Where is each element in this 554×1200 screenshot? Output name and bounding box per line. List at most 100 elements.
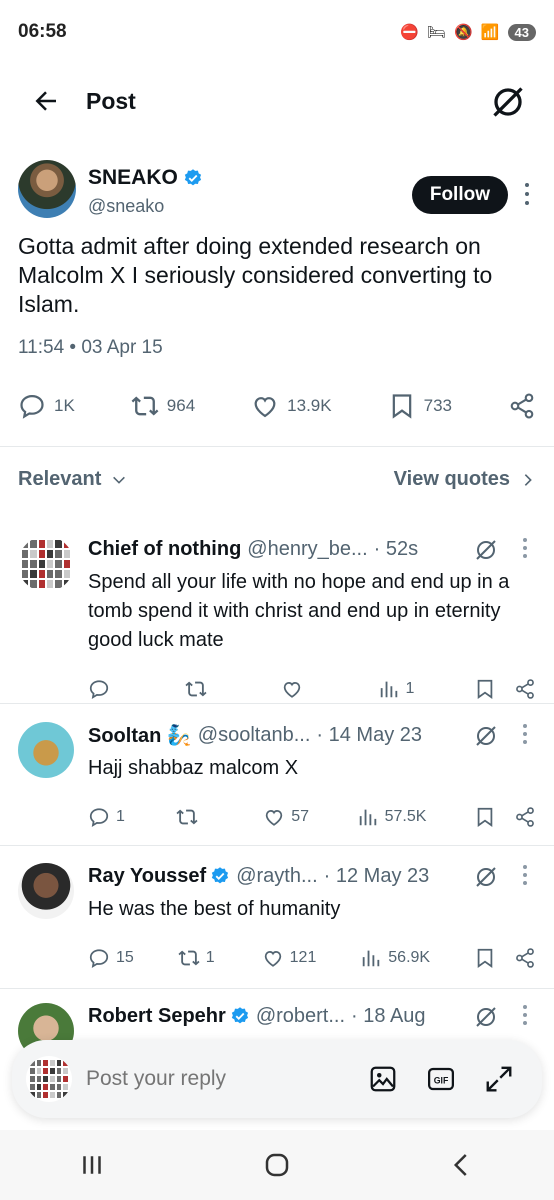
reply-icon bbox=[89, 808, 109, 827]
more-options-icon[interactable] bbox=[520, 1003, 530, 1027]
like-count: 121 bbox=[289, 949, 317, 966]
reply-text: Spend all your life with no hope and end… bbox=[88, 571, 510, 651]
gif-icon[interactable]: GIF bbox=[426, 1064, 456, 1094]
author-handle[interactable]: @sneako bbox=[88, 196, 203, 217]
avatar[interactable] bbox=[18, 160, 76, 218]
system-nav-bar bbox=[0, 1130, 554, 1200]
image-icon[interactable] bbox=[368, 1064, 398, 1094]
verified-badge-icon bbox=[231, 1007, 248, 1024]
reply-author-handle[interactable]: @rayth... bbox=[236, 865, 317, 888]
post-text: Gotta admit after doing extended researc… bbox=[18, 233, 493, 317]
reply-author-name[interactable]: Robert Sepehr bbox=[88, 1005, 226, 1028]
more-options-icon[interactable] bbox=[520, 722, 530, 746]
recent-apps-icon[interactable] bbox=[77, 1150, 107, 1180]
repost-button[interactable] bbox=[184, 678, 225, 700]
share-button[interactable] bbox=[508, 392, 536, 420]
wifi-icon: 📶 bbox=[480, 24, 500, 41]
back-button[interactable] bbox=[28, 83, 64, 119]
reply-author-name[interactable]: Sooltan 🧞 bbox=[88, 723, 192, 748]
post-timestamp[interactable]: 11:54 • 03 Apr 15 bbox=[18, 337, 536, 359]
sort-dropdown[interactable]: Relevant bbox=[18, 468, 127, 491]
bookmark-icon[interactable] bbox=[474, 678, 496, 700]
reply-button[interactable]: 15 bbox=[88, 947, 134, 969]
reply-item[interactable]: Sooltan 🧞 @sooltanb... · 14 May 23 Hajj … bbox=[18, 722, 536, 829]
share-icon[interactable] bbox=[514, 947, 536, 969]
grok-icon[interactable] bbox=[474, 865, 498, 889]
share-icon[interactable] bbox=[514, 806, 536, 828]
grok-icon[interactable] bbox=[474, 1005, 498, 1029]
reply-icon bbox=[20, 394, 44, 419]
reply-button[interactable]: 1 bbox=[88, 806, 128, 828]
more-options-icon[interactable] bbox=[520, 863, 530, 887]
reply-button[interactable] bbox=[88, 678, 128, 700]
author-name-row: SNEAKO bbox=[88, 166, 203, 190]
bookmark-button[interactable]: 733 bbox=[388, 392, 452, 420]
repost-button[interactable]: 964 bbox=[131, 392, 195, 420]
reply-icon bbox=[89, 949, 109, 968]
reply-input[interactable] bbox=[86, 1067, 336, 1091]
grok-icon[interactable] bbox=[490, 84, 526, 120]
reply-actions: 15 1 121 56.9K bbox=[88, 946, 536, 970]
reply-item[interactable]: Robert Sepehr @robert... · 18 Aug bbox=[18, 1003, 536, 1059]
author-meta: SNEAKO @sneako bbox=[88, 166, 203, 217]
reply-time[interactable]: · 14 May 23 bbox=[316, 724, 422, 747]
views-button[interactable]: 56.9K bbox=[360, 947, 430, 969]
like-button[interactable]: 13.9K bbox=[251, 392, 332, 420]
sort-label: Relevant bbox=[18, 468, 102, 490]
expand-icon[interactable] bbox=[484, 1064, 514, 1094]
divider bbox=[0, 988, 554, 989]
repost-icon bbox=[184, 681, 207, 697]
app-header: Post bbox=[0, 70, 554, 132]
reply-author-handle[interactable]: @sooltanb... bbox=[198, 724, 311, 747]
more-options-icon[interactable] bbox=[520, 536, 530, 560]
reply-composer: GIF bbox=[12, 1040, 542, 1118]
bookmark-icon[interactable] bbox=[474, 806, 496, 828]
status-icons: ⛔ 🛏 🔕 📶 43 bbox=[400, 23, 536, 41]
avatar[interactable] bbox=[18, 863, 74, 919]
view-quotes-link[interactable]: View quotes bbox=[394, 468, 536, 491]
avatar[interactable] bbox=[18, 722, 74, 778]
bookmark-icon[interactable] bbox=[474, 947, 496, 969]
reply-button[interactable]: 1K bbox=[18, 392, 75, 420]
grok-icon[interactable] bbox=[474, 724, 498, 748]
reply-item[interactable]: Ray Youssef @rayth... · 12 May 23 He was… bbox=[18, 863, 536, 970]
reply-count: 15 bbox=[116, 949, 134, 966]
bookmark-icon bbox=[392, 394, 411, 419]
reply-author-handle[interactable]: @robert... bbox=[256, 1005, 345, 1028]
reply-header: Chief of nothing @henry_be... · 52s bbox=[88, 536, 536, 562]
status-bar: 06:58 ⛔ 🛏 🔕 📶 43 bbox=[0, 0, 554, 64]
like-button[interactable]: 121 bbox=[262, 947, 317, 969]
share-icon[interactable] bbox=[514, 678, 536, 700]
reply-item[interactable]: Chief of nothing @henry_be... · 52s Spen… bbox=[18, 536, 536, 701]
reply-author-name[interactable]: Chief of nothing bbox=[88, 538, 241, 561]
avatar[interactable] bbox=[26, 1056, 72, 1102]
like-button[interactable]: 57 bbox=[263, 806, 309, 828]
author-name[interactable]: SNEAKO bbox=[88, 166, 178, 190]
battery-icon: 43 bbox=[507, 23, 536, 41]
reply-author-name[interactable]: Ray Youssef bbox=[88, 865, 206, 888]
repost-count: 964 bbox=[166, 396, 196, 415]
home-icon[interactable] bbox=[262, 1150, 292, 1180]
avatar[interactable] bbox=[18, 536, 74, 592]
share-icon bbox=[510, 393, 534, 419]
back-nav-icon[interactable] bbox=[447, 1150, 477, 1180]
reply-time[interactable]: · 18 Aug bbox=[351, 1005, 426, 1028]
reply-author-handle[interactable]: @henry_be... bbox=[247, 538, 367, 561]
reply-text: He was the best of humanity bbox=[88, 898, 341, 920]
reply-time[interactable]: · 52s bbox=[374, 538, 418, 561]
main-post: SNEAKO @sneako Follow Gotta admit after … bbox=[18, 160, 536, 359]
repost-button[interactable]: 1 bbox=[178, 947, 218, 969]
back-arrow-icon bbox=[35, 91, 56, 111]
repost-button[interactable] bbox=[176, 806, 216, 828]
views-button[interactable]: 1 bbox=[378, 678, 418, 700]
grok-icon[interactable] bbox=[474, 538, 498, 562]
reply-count: 1 bbox=[116, 808, 125, 825]
follow-button[interactable]: Follow bbox=[411, 176, 508, 214]
like-button[interactable] bbox=[281, 678, 321, 700]
heart-icon bbox=[254, 397, 276, 418]
more-options-icon[interactable] bbox=[518, 180, 536, 208]
reply-time[interactable]: · 12 May 23 bbox=[324, 865, 430, 888]
verified-badge-icon bbox=[212, 867, 229, 884]
reply-actions: 1 bbox=[88, 677, 536, 701]
views-button[interactable]: 57.5K bbox=[357, 806, 426, 828]
